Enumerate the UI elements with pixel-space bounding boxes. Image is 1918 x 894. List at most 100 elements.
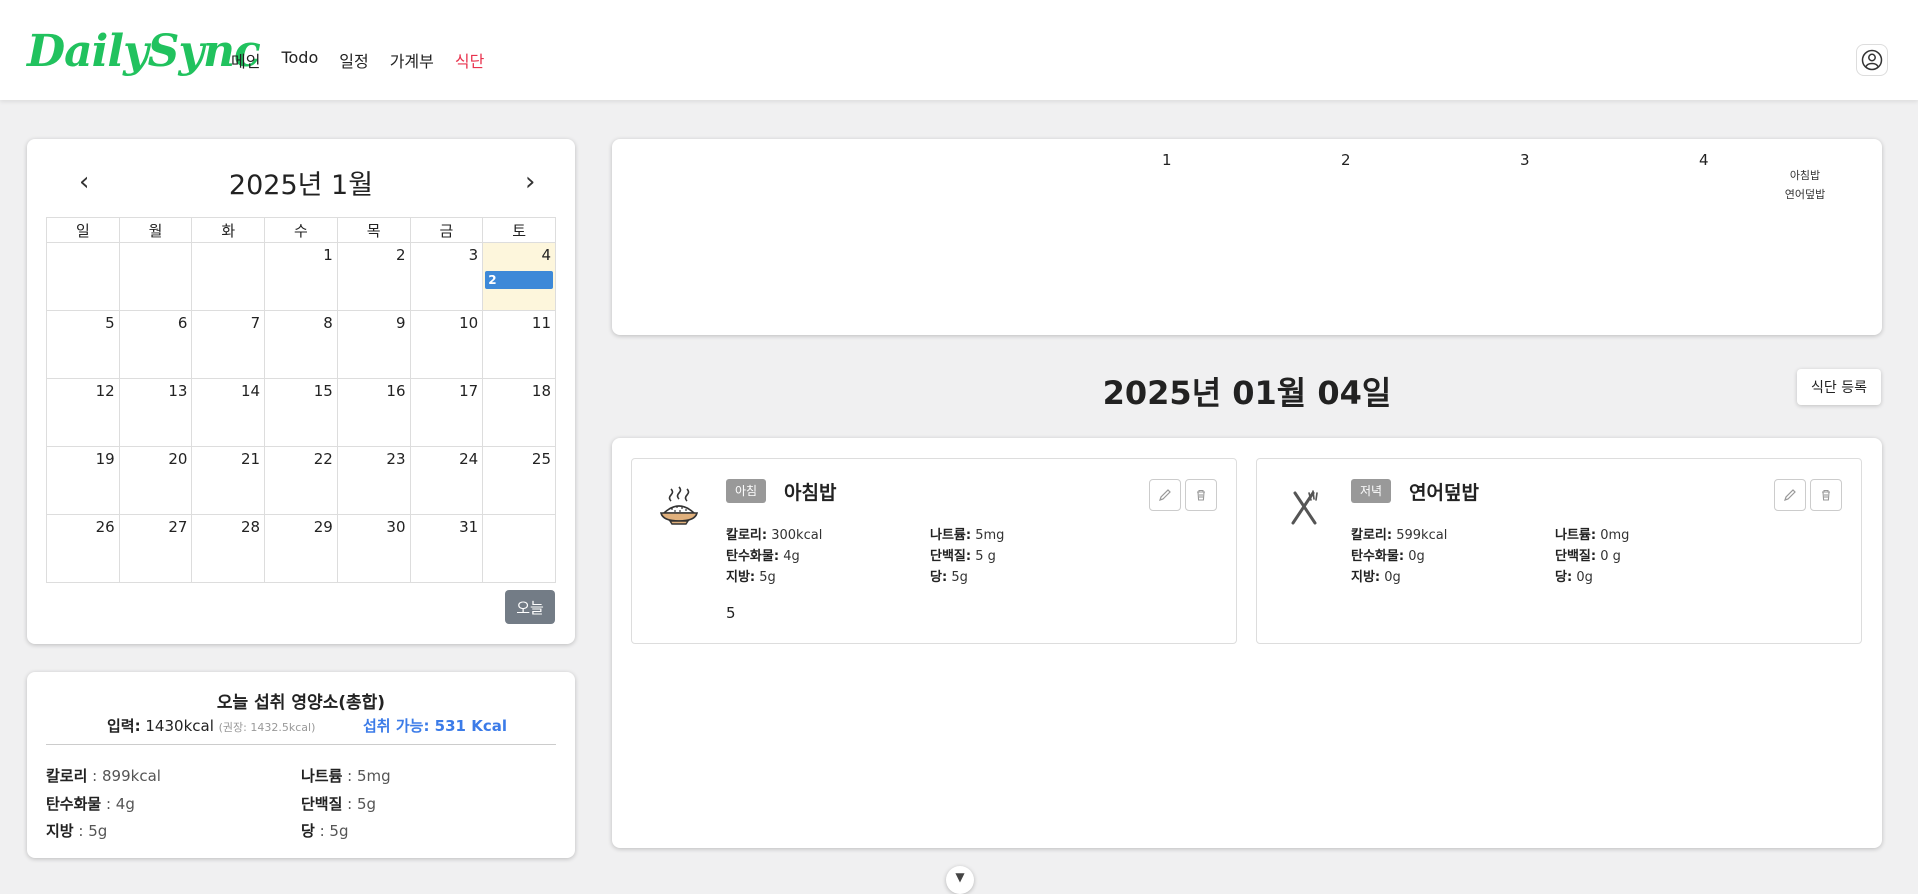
calendar-day-number: 2: [395, 246, 406, 264]
fork-knife-icon: [1291, 490, 1318, 525]
scroll-down-icon[interactable]: ▼: [946, 866, 974, 894]
calendar-day-cell[interactable]: 8: [264, 310, 338, 379]
user-circle-icon: [1861, 49, 1883, 71]
nav-item-diet[interactable]: 식단: [455, 48, 484, 72]
calendar-day-cell[interactable]: 9: [336, 310, 411, 379]
calendar-day-cell[interactable]: 30: [336, 514, 411, 583]
app-logo[interactable]: DailySync: [27, 26, 261, 77]
recommended-value: (권장: 1432.5kcal): [218, 721, 316, 734]
calendar-day-cell[interactable]: 12: [46, 378, 120, 447]
nutrition-summary-card: 오늘 섭취 영양소(총합) 입력: 1430kcal (권장: 1432.5kc…: [27, 672, 575, 858]
meal-name: 아침밥: [784, 482, 837, 504]
calendar-day-cell[interactable]: 13: [118, 378, 193, 447]
calendar-day-cell[interactable]: 16: [336, 378, 411, 447]
calendar-day-cell[interactable]: 25: [482, 446, 556, 515]
calendar-day-cell[interactable]: 7: [191, 310, 266, 379]
calendar-day-cell[interactable]: 20: [118, 446, 193, 515]
week-meal-entry[interactable]: 아침밥: [1765, 167, 1845, 183]
calendar-day-number: 3: [468, 246, 479, 264]
calendar-day-cell[interactable]: 11: [482, 310, 556, 379]
weekday-header: 화: [191, 217, 266, 243]
nutrient-protein: 단백질: 5 g: [930, 549, 996, 564]
calendar-day-cell[interactable]: 26: [46, 514, 120, 583]
calendar-day-cell[interactable]: 15: [264, 378, 338, 447]
calendar-day-number: 9: [395, 314, 406, 332]
calendar-day-cell[interactable]: 27: [118, 514, 193, 583]
today-button[interactable]: 오늘: [505, 590, 555, 624]
available-value: 531 Kcal: [434, 717, 507, 735]
calendar-day-number: 11: [531, 314, 551, 332]
week-meal-entry[interactable]: 연어덮밥: [1765, 186, 1845, 202]
calendar-day-cell[interactable]: 18: [482, 378, 556, 447]
calendar-day-number: 12: [95, 382, 115, 400]
calendar-day-cell[interactable]: 3: [409, 242, 484, 311]
input-label: 입력: [107, 717, 135, 735]
edit-meal-button[interactable]: [1149, 479, 1181, 511]
calendar-day-cell[interactable]: 29: [264, 514, 338, 583]
calendar-day-number: 16: [386, 382, 406, 400]
calendar-day-cell[interactable]: 14: [191, 378, 266, 447]
main-nav: 메인 Todo 일정 가계부 식단: [231, 48, 505, 72]
calendar-day-number: 24: [459, 450, 479, 468]
calendar-day-cell[interactable]: 42: [482, 242, 556, 311]
calendar-day-cell[interactable]: 17: [409, 378, 484, 447]
calendar-day-number: 29: [313, 518, 333, 536]
calendar-day-number: 8: [323, 314, 333, 332]
available-label: 섭취 가능: [363, 717, 424, 735]
pencil-icon: [1784, 489, 1796, 501]
next-month-icon[interactable]: ›: [525, 167, 535, 197]
calendar-week: 5 6 7 8 9 10 11: [46, 310, 556, 379]
calendar-day-cell: [118, 242, 193, 311]
calendar-day-number: 13: [168, 382, 188, 400]
nutrient-protein: 단백질: 0 g: [1555, 549, 1621, 564]
nav-item-main[interactable]: 메인: [231, 48, 260, 72]
calendar-grid: 일월화수목금토 1 2 3 4 2 5 6 7 8 9 10 11 12 13 14 15 16 17 18 19 20…: [46, 217, 556, 583]
selected-date-heading: 2025년 01월 04일: [1102, 374, 1392, 412]
nav-item-budget[interactable]: 가계부: [390, 48, 434, 72]
calendar-day-cell[interactable]: 28: [191, 514, 266, 583]
trash-icon: [1822, 489, 1830, 501]
nutrient-calorie: 칼로리: 300kcal: [726, 528, 823, 543]
calendar-day-number: 6: [177, 314, 188, 332]
week-day[interactable]: 3: [1520, 151, 1530, 169]
calendar-day-cell[interactable]: 19: [46, 446, 120, 515]
calendar-day-cell[interactable]: 2: [336, 242, 411, 311]
nutrient-calorie: 칼로리: 599kcal: [1351, 528, 1448, 543]
calendar-title: 2025년 1월: [228, 170, 374, 201]
nav-item-schedule[interactable]: 일정: [339, 48, 368, 72]
calendar-day-cell[interactable]: 10: [409, 310, 484, 379]
calendar-day-cell[interactable]: 6: [118, 310, 193, 379]
calendar-day-number: 20: [168, 450, 188, 468]
meal-tag: 아침: [726, 479, 767, 503]
calendar-day-cell[interactable]: 1: [264, 242, 338, 311]
nutrient-sodium: 나트륨: 0mg: [1555, 528, 1630, 543]
calendar-day-cell[interactable]: 24: [409, 446, 484, 515]
calendar-day-number: 1: [323, 246, 333, 264]
week-day[interactable]: 2: [1341, 151, 1351, 169]
week-day[interactable]: 4: [1699, 151, 1709, 169]
register-meal-button[interactable]: 식단 등록: [1797, 369, 1881, 405]
delete-meal-button[interactable]: [1185, 479, 1217, 511]
delete-meal-button[interactable]: [1810, 479, 1842, 511]
calendar-day-number: 7: [250, 314, 261, 332]
calendar-day-cell[interactable]: 31: [409, 514, 484, 583]
calendar-day-cell[interactable]: 22: [264, 446, 338, 515]
calendar-day-cell[interactable]: 23: [336, 446, 411, 515]
calendar-week: 12342: [46, 242, 556, 311]
nav-item-todo[interactable]: Todo: [281, 48, 318, 72]
summary-item: 나트륨 : 5mg: [301, 767, 391, 785]
calendar-day-cell[interactable]: 21: [191, 446, 266, 515]
calendar-event[interactable]: 2: [485, 271, 553, 289]
input-value: 1430kcal: [145, 717, 214, 735]
weekday-header: 일: [46, 217, 120, 243]
summary-item: 칼로리 : 899kcal: [46, 767, 161, 785]
meal-note: 5: [726, 604, 736, 622]
calendar-day-number: 30: [386, 518, 406, 536]
edit-meal-button[interactable]: [1774, 479, 1806, 511]
trash-icon: [1197, 489, 1205, 501]
rice-bowl-icon: [659, 486, 699, 525]
week-day[interactable]: 1: [1162, 151, 1172, 169]
profile-button[interactable]: [1856, 44, 1888, 76]
calendar-day-number: 15: [313, 382, 333, 400]
calendar-day-cell[interactable]: 5: [46, 310, 120, 379]
